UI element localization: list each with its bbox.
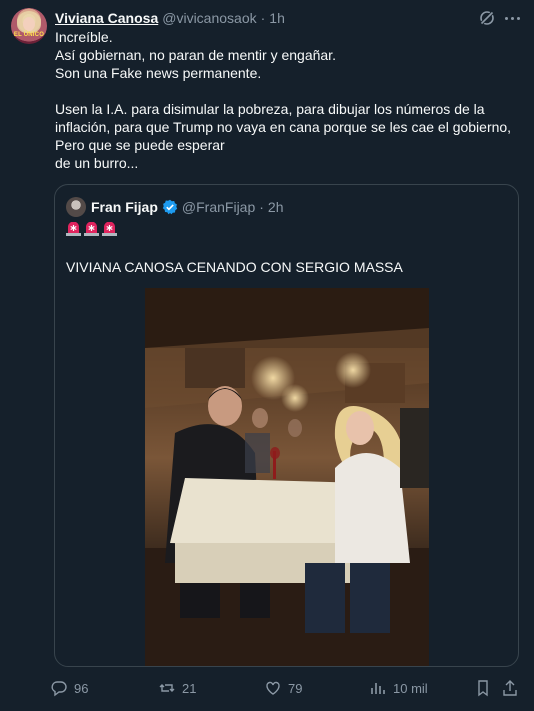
tweet-actions: 96 21 79 10 mil <box>50 678 520 698</box>
reply-icon <box>51 681 67 697</box>
quoted-author-handle[interactable]: @FranFijap <box>182 199 255 215</box>
repost-button[interactable]: 21 <box>158 678 196 698</box>
more-options-icon[interactable] <box>502 9 522 27</box>
siren-icon <box>84 222 99 236</box>
views-button[interactable]: 10 mil <box>369 678 428 698</box>
author-handle[interactable]: @vivicanosaok <box>162 10 256 26</box>
tweet-line: Son una Fake news permanente. <box>55 65 262 81</box>
restaurant-dinner-illustration <box>145 288 429 666</box>
heart-icon <box>266 681 280 695</box>
views-icon <box>371 683 385 694</box>
avatar-face <box>23 17 35 31</box>
tweet-line: Así gobiernan, no paran de mentir y enga… <box>55 47 336 63</box>
tweet-line: de un burro... <box>55 155 139 171</box>
repost-count: 21 <box>182 680 197 696</box>
author-avatar[interactable]: EL ÚNICO <box>11 8 47 44</box>
siren-emoji-row <box>66 222 117 240</box>
bookmark-icon <box>478 680 488 697</box>
author-name[interactable]: Viviana Canosa <box>55 10 158 26</box>
quoted-author-name[interactable]: Fran Fijap <box>91 199 158 215</box>
quoted-tweet[interactable]: Fran Fijap @FranFijap · 2h VIVIANA CANOS… <box>54 184 519 667</box>
bookmark-button[interactable] <box>474 678 492 698</box>
header-separator: · <box>260 10 266 26</box>
verified-badge-icon <box>162 199 178 215</box>
quoted-header-separator: · <box>259 199 264 215</box>
reply-count: 96 <box>74 680 89 696</box>
share-button[interactable] <box>501 678 519 698</box>
avatar-logo-text: EL ÚNICO <box>13 32 45 38</box>
tweet-line: Increíble. <box>55 29 113 45</box>
share-icon <box>503 680 517 696</box>
grok-icon[interactable] <box>478 9 496 27</box>
tweet-text: Increíble. Así gobiernan, no paran de me… <box>55 28 525 172</box>
tweet[interactable]: EL ÚNICO Viviana Canosa @vivicanosaok · … <box>0 0 534 711</box>
quoted-tweet-timestamp[interactable]: 2h <box>268 199 284 215</box>
like-count: 79 <box>288 680 303 696</box>
siren-icon <box>66 222 81 236</box>
quoted-tweet-photo[interactable] <box>145 288 429 666</box>
tweet-timestamp[interactable]: 1h <box>269 10 285 26</box>
tweet-line: Pero que se puede esperar <box>55 137 225 153</box>
tweet-line: Usen la I.A. para disimular la pobreza, … <box>55 101 485 117</box>
quoted-tweet-header: Fran Fijap @FranFijap · 2h <box>91 197 284 217</box>
tweet-line <box>55 82 525 100</box>
tweet-line: inflación, para que Trump no vaya en can… <box>55 119 512 135</box>
quoted-author-avatar[interactable] <box>66 197 86 217</box>
siren-icon <box>102 222 117 236</box>
tweet-header: Viviana Canosa @vivicanosaok · 1h <box>55 9 285 27</box>
view-count: 10 mil <box>393 680 428 696</box>
quoted-tweet-text: VIVIANA CANOSA CENANDO CON SERGIO MASSA <box>66 259 403 275</box>
like-button[interactable]: 79 <box>264 678 302 698</box>
repost-icon <box>159 684 175 692</box>
reply-button[interactable]: 96 <box>50 678 88 698</box>
